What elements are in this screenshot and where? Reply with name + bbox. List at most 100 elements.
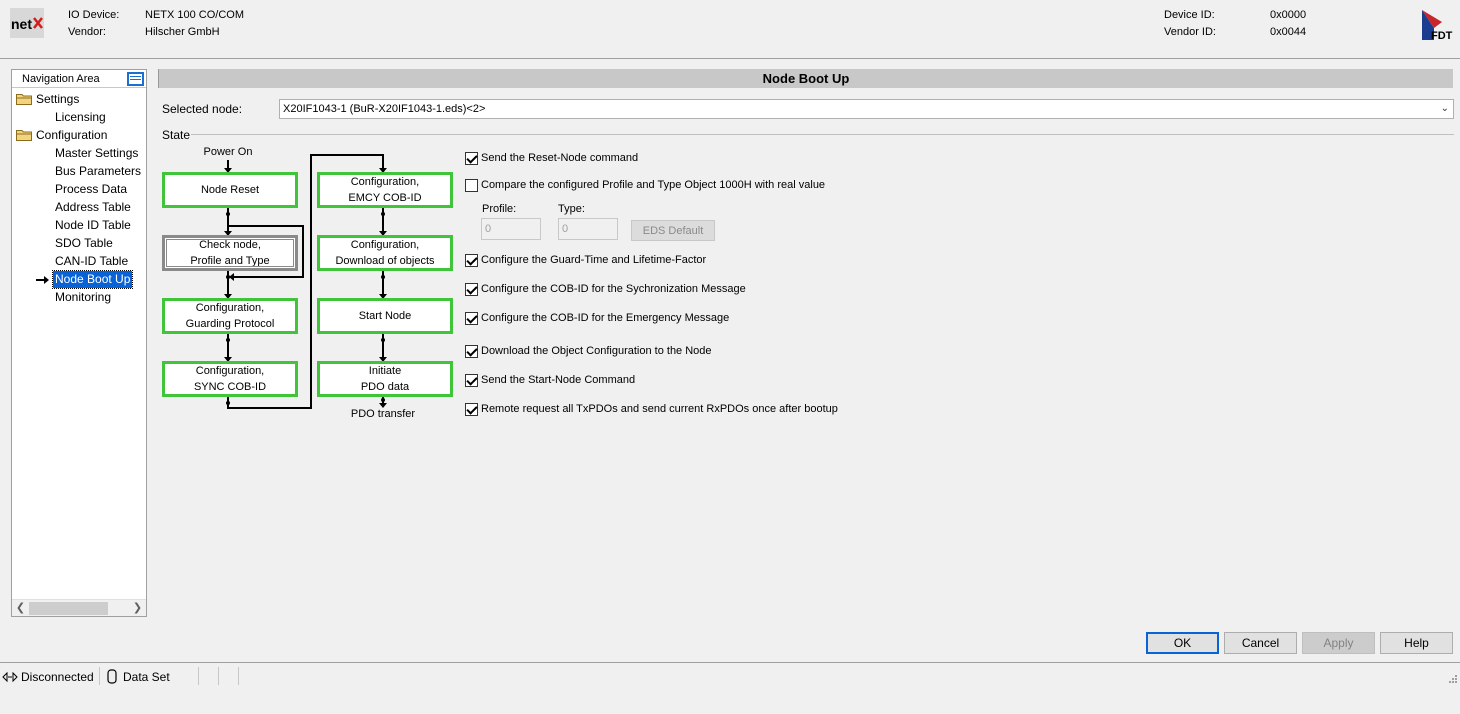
boot-up-state-diagram: Power On PDO transfer Node Reset Check n… <box>158 140 458 430</box>
chevron-down-icon[interactable]: ⌄ <box>1441 100 1449 118</box>
horizontal-scrollbar[interactable]: ❮ ❯ <box>12 599 146 616</box>
device-id-value: 0x0000 <box>1270 9 1307 21</box>
selected-node-dropdown[interactable]: X20IF1043-1 (BuR-X20IF1043-1.eds)<2> ⌄ <box>279 99 1454 119</box>
io-device-value: NETX 100 CO/COM <box>145 9 245 21</box>
selected-node-label: Selected node: <box>162 102 243 116</box>
device-id-label: Device ID: <box>1164 9 1215 21</box>
sync-cob-id-checkbox[interactable] <box>465 283 478 296</box>
start-node-checkbox[interactable] <box>465 374 478 387</box>
state-emcy-cob-id: Configuration, EMCY COB-ID <box>317 172 453 208</box>
scroll-right-icon[interactable]: ❯ <box>129 600 146 617</box>
start-node-label: Send the Start-Node Command <box>481 374 636 386</box>
disconnected-icon <box>2 671 18 683</box>
resize-grip-icon[interactable] <box>1448 674 1458 684</box>
scroll-left-icon[interactable]: ❮ <box>12 600 29 617</box>
connection-status: Disconnected <box>21 670 94 684</box>
state-guarding-line1: Configuration, <box>195 302 265 314</box>
guard-time-checkbox[interactable] <box>465 254 478 267</box>
nav-item-address-table[interactable]: Address Table <box>55 199 131 216</box>
profile-label: Profile: <box>482 203 517 215</box>
pointer-arrow-icon <box>36 276 49 284</box>
nav-item-node-id-table[interactable]: Node ID Table <box>55 217 131 234</box>
dataset-icon <box>107 669 117 684</box>
type-input[interactable]: 0 <box>558 218 618 240</box>
ok-button[interactable]: OK <box>1146 632 1219 654</box>
dataset-status: Data Set <box>123 670 170 684</box>
help-button[interactable]: Help <box>1380 632 1453 654</box>
status-bar-separator <box>0 662 1460 663</box>
io-device-label: IO Device: <box>68 9 120 21</box>
state-download-objects: Configuration, Download of objects <box>317 235 453 271</box>
state-start-node-label: Start Node <box>358 310 412 322</box>
nav-item-sdo-table[interactable]: SDO Table <box>55 235 113 252</box>
state-download-line2: Download of objects <box>335 255 435 267</box>
remote-request-pdos-checkbox[interactable] <box>465 403 478 416</box>
page-title: Node Boot Up <box>158 69 1453 88</box>
compare-profile-type-label: Compare the configured Profile and Type … <box>481 179 826 191</box>
folder-icon <box>16 94 32 105</box>
apply-button[interactable]: Apply <box>1302 632 1375 654</box>
state-check-node-line2: Profile and Type <box>190 255 270 267</box>
state-initiate-line2: PDO data <box>360 381 410 393</box>
scrollbar-thumb[interactable] <box>29 602 108 615</box>
state-node-reset: Node Reset <box>162 172 298 208</box>
svg-text:FDT: FDT <box>1431 30 1453 42</box>
state-check-node-line1: Check node, <box>199 239 261 251</box>
navigation-area-header: Navigation Area <box>12 70 146 88</box>
status-divider <box>238 667 239 685</box>
vendor-id-label: Vendor ID: <box>1164 26 1216 38</box>
power-on-label: Power On <box>203 146 253 158</box>
state-node-reset-label: Node Reset <box>200 184 260 196</box>
nav-item-master-settings[interactable]: Master Settings <box>55 145 138 162</box>
state-sync-line1: Configuration, <box>195 365 265 377</box>
type-label: Type: <box>558 203 585 215</box>
state-guarding-line2: Guarding Protocol <box>185 318 275 330</box>
header-separator <box>0 58 1460 59</box>
nav-item-can-id-table[interactable]: CAN-ID Table <box>55 253 128 270</box>
state-initiate-line1: Initiate <box>368 365 402 377</box>
nav-item-configuration[interactable]: Configuration <box>36 127 107 144</box>
status-divider <box>218 667 219 685</box>
fdt-logo: FDT <box>1420 8 1454 42</box>
state-emcy-line1: Configuration, <box>350 176 420 188</box>
state-emcy-line2: EMCY COB-ID <box>348 192 422 204</box>
send-reset-node-checkbox[interactable] <box>465 152 478 165</box>
selected-node-value: X20IF1043-1 (BuR-X20IF1043-1.eds)<2> <box>283 103 486 115</box>
download-objects-label: Download the Object Configuration to the… <box>481 345 712 357</box>
nav-item-process-data[interactable]: Process Data <box>55 181 127 198</box>
navigation-area: Navigation Area Settings Licensing Confi… <box>11 69 147 617</box>
nav-item-bus-parameters[interactable]: Bus Parameters <box>55 163 141 180</box>
status-divider <box>198 667 199 685</box>
nav-item-node-boot-up[interactable]: Node Boot Up <box>51 270 134 289</box>
window-toggle-icon[interactable] <box>127 72 144 86</box>
netx-logo: net <box>10 8 44 38</box>
status-divider <box>99 667 100 685</box>
profile-input[interactable]: 0 <box>481 218 541 240</box>
emcy-cob-id-checkbox[interactable] <box>465 312 478 325</box>
remote-request-pdos-label: Remote request all TxPDOs and send curre… <box>481 403 838 415</box>
sync-cob-id-label: Configure the COB-ID for the Sychronizat… <box>481 283 746 295</box>
emcy-cob-id-label: Configure the COB-ID for the Emergency M… <box>481 312 730 324</box>
compare-profile-type-checkbox[interactable] <box>465 179 478 192</box>
svg-text:net: net <box>11 16 32 32</box>
download-objects-checkbox[interactable] <box>465 345 478 358</box>
nav-item-monitoring[interactable]: Monitoring <box>55 289 111 306</box>
state-group-line <box>191 134 1454 135</box>
eds-default-button[interactable]: EDS Default <box>631 220 715 241</box>
state-guarding-protocol: Configuration, Guarding Protocol <box>162 298 298 334</box>
vendor-label: Vendor: <box>68 26 106 38</box>
state-download-line1: Configuration, <box>350 239 420 251</box>
folder-icon <box>16 130 32 141</box>
cancel-button[interactable]: Cancel <box>1224 632 1297 654</box>
state-sync-cob-id: Configuration, SYNC COB-ID <box>162 361 298 397</box>
state-initiate-pdo: Initiate PDO data <box>317 361 453 397</box>
vendor-value: Hilscher GmbH <box>145 26 220 38</box>
navigation-area-title: Navigation Area <box>22 73 100 85</box>
state-start-node: Start Node <box>317 298 453 334</box>
send-reset-node-label: Send the Reset-Node command <box>481 152 639 164</box>
state-check-node: Check node, Profile and Type <box>162 235 298 271</box>
nav-item-settings[interactable]: Settings <box>36 91 79 108</box>
nav-item-licensing[interactable]: Licensing <box>55 109 106 126</box>
vendor-id-value: 0x0044 <box>1270 26 1307 38</box>
guard-time-label: Configure the Guard-Time and Lifetime-Fa… <box>481 254 707 266</box>
